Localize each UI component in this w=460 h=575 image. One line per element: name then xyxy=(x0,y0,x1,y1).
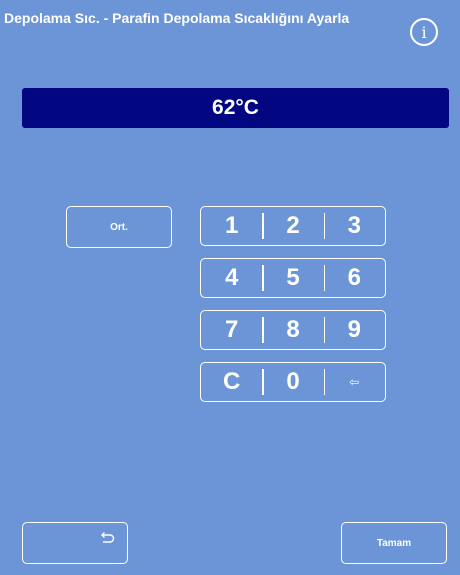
key-0[interactable]: 0 xyxy=(262,363,323,401)
key-2[interactable]: 2 xyxy=(262,207,323,245)
info-icon: i xyxy=(421,22,427,42)
ok-button[interactable]: Tamam xyxy=(341,522,447,564)
key-9[interactable]: 9 xyxy=(323,311,385,349)
keypad-row: 4 5 6 xyxy=(200,258,386,298)
average-button[interactable]: Ort. xyxy=(66,206,172,248)
key-6[interactable]: 6 xyxy=(323,259,385,297)
info-button[interactable]: i xyxy=(410,18,438,46)
average-button-label: Ort. xyxy=(110,221,128,233)
key-4[interactable]: 4 xyxy=(201,259,262,297)
key-8[interactable]: 8 xyxy=(262,311,323,349)
key-7[interactable]: 7 xyxy=(201,311,262,349)
key-1[interactable]: 1 xyxy=(201,207,262,245)
keypad-row: 7 8 9 xyxy=(200,310,386,350)
ok-button-label: Tamam xyxy=(376,537,412,549)
backspace-key[interactable]: ⇦ xyxy=(323,363,385,401)
keypad-row: C 0 ⇦ xyxy=(200,362,386,402)
key-5[interactable]: 5 xyxy=(262,259,323,297)
key-3[interactable]: 3 xyxy=(323,207,385,245)
back-button[interactable] xyxy=(22,522,128,564)
page-title: Depolama Sıc. - Parafin Depolama Sıcaklı… xyxy=(4,10,350,26)
key-clear[interactable]: C xyxy=(201,363,262,401)
temperature-value: 62°C xyxy=(212,96,259,119)
numeric-keypad: 1 2 3 4 5 6 7 8 9 C 0 ⇦ xyxy=(200,206,386,414)
temperature-display: 62°C xyxy=(22,88,449,128)
keypad-row: 1 2 3 xyxy=(200,206,386,246)
undo-arrow-icon xyxy=(101,532,115,543)
